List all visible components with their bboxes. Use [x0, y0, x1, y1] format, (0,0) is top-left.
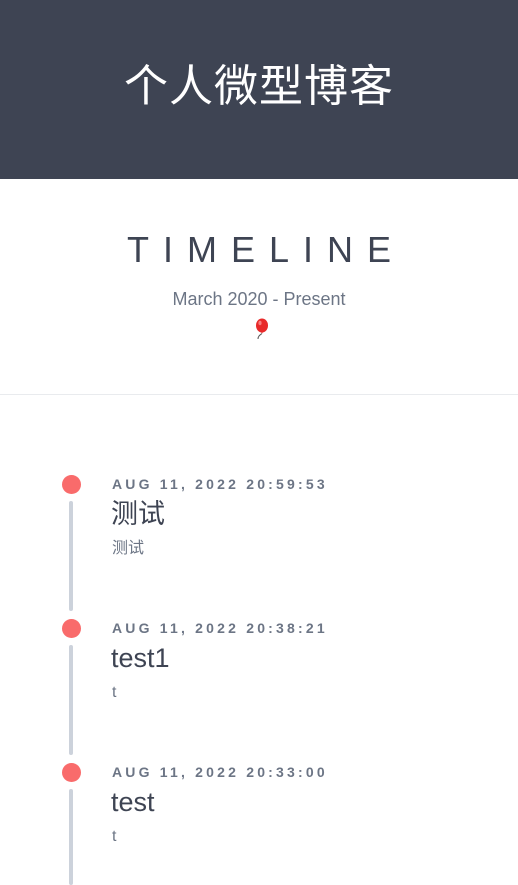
red-balloon-icon: [256, 318, 268, 340]
timeline-line: [69, 789, 73, 885]
timeline-dot: [62, 619, 81, 638]
site-header: 个人微型博客: [0, 0, 518, 179]
entry-date: AUG 11, 2022 20:38:21: [112, 620, 328, 636]
timeline-dot: [62, 475, 81, 494]
entry-date: AUG 11, 2022 20:33:00: [112, 764, 328, 780]
entry-excerpt: t: [112, 828, 117, 845]
entry-title[interactable]: test: [111, 784, 155, 820]
timeline-intro: TIMELINE March 2020 - Present: [0, 179, 518, 395]
entry-title[interactable]: test1: [111, 640, 170, 676]
timeline-heading: TIMELINE: [126, 229, 406, 270]
timeline-entry[interactable]: AUG 11, 2022 20:33:00 test t: [0, 684, 518, 885]
timeline-date-range: March 2020 - Present: [172, 289, 346, 309]
timeline-dot: [62, 763, 81, 782]
timeline-entry[interactable]: AUG 11, 2022 20:38:21 test1 t: [0, 540, 518, 755]
entry-date: AUG 11, 2022 20:59:53: [112, 476, 328, 492]
timeline-entry[interactable]: AUG 11, 2022 20:59:53 测试 测试: [0, 396, 518, 611]
entry-title[interactable]: 测试: [111, 496, 165, 532]
site-title[interactable]: 个人微型博客: [124, 64, 394, 109]
